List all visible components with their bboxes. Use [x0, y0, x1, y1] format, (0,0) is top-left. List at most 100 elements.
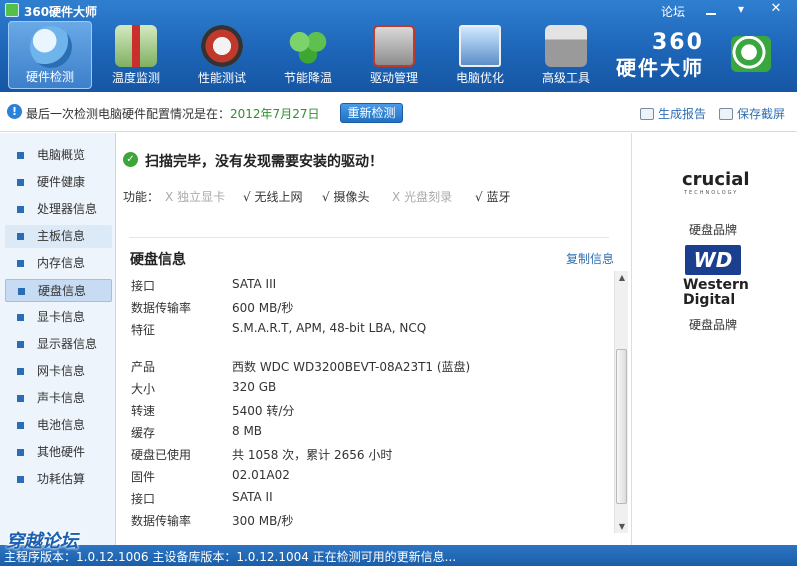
scroll-up-icon[interactable]: ▲	[615, 271, 629, 284]
function-label: 功能：	[123, 190, 160, 204]
sidebar-item-sound[interactable]: 声卡信息	[5, 387, 112, 410]
bullet-icon	[18, 288, 25, 295]
sidebar-item-battery[interactable]: 电池信息	[5, 414, 112, 437]
sidebar-item-label: 功耗估算	[37, 472, 86, 486]
bullet-icon	[17, 368, 24, 375]
nav-label: 硬件检测	[25, 70, 74, 84]
sidebar-item-network[interactable]: 网卡信息	[5, 360, 112, 383]
generate-report-button[interactable]: 生成报告	[640, 105, 706, 122]
close-button[interactable]: ✕	[758, 0, 794, 18]
info-key: 固件	[131, 470, 156, 484]
app-title: 360硬件大师	[24, 5, 98, 19]
info-value: 600 MB/秒	[232, 301, 294, 315]
cross-icon: X	[392, 190, 401, 204]
sidebar-item-health[interactable]: 硬件健康	[5, 171, 112, 194]
nav-temperature[interactable]: 温度监测	[94, 21, 178, 89]
last-check-text: 最后一次检测电脑硬件配置情况是在：2012年7月27日	[26, 105, 319, 122]
recheck-button[interactable]: 重新检测	[340, 103, 403, 123]
sidebar-item-other[interactable]: 其他硬件	[5, 441, 112, 464]
sidebar-item-label: 显卡信息	[37, 310, 86, 324]
bullet-icon	[17, 233, 24, 240]
nav-label: 温度监测	[111, 71, 160, 85]
info-value: 8 MB	[232, 424, 263, 438]
info-value: 西数 WDC WD3200BEVT-08A23T1 (蓝盘)	[232, 360, 471, 374]
function-item-label: 光盘刻录	[404, 190, 453, 204]
bullet-icon	[17, 422, 24, 429]
crucial-logo: crucial	[682, 169, 750, 190]
sidebar-item-label: 处理器信息	[37, 202, 98, 216]
info-key: 大小	[131, 382, 156, 396]
function-item-label: 蓝牙	[486, 190, 511, 204]
nav-performance[interactable]: 性能测试	[180, 21, 264, 89]
nav-hardware-detect[interactable]: 硬件检测	[8, 21, 92, 89]
printer-icon	[640, 108, 654, 120]
section-title: 硬盘信息	[130, 252, 186, 268]
minimize-icon	[706, 12, 716, 15]
sidebar-item-overview[interactable]: 电脑概览	[5, 144, 112, 167]
nav-driver-manager[interactable]: 驱动管理	[352, 21, 436, 89]
thermometer-icon	[115, 25, 157, 67]
sidebar-item-label: 电池信息	[37, 418, 86, 432]
info-value: S.M.A.R.T, APM, 48-bit LBA, NCQ	[232, 321, 427, 335]
top-toolbar: 360硬件大师 论坛 ▾ ✕ 硬件检测 温度监测 性能测试 节能降温 驱动管理 …	[0, 0, 797, 92]
generate-report-label: 生成报告	[658, 107, 707, 121]
bullet-icon	[17, 476, 24, 483]
info-key: 接口	[131, 279, 156, 293]
sidebar-item-memory[interactable]: 内存信息	[5, 252, 112, 275]
info-value: 02.01A02	[232, 468, 290, 482]
nav-power-saving[interactable]: 节能降温	[266, 21, 350, 89]
scrollbar[interactable]: ▲ ▼	[614, 271, 628, 533]
nav-label: 高级工具	[541, 71, 590, 85]
sidebar-item-disk[interactable]: 硬盘信息	[5, 279, 112, 302]
sidebar-item-motherboard[interactable]: 主板信息	[5, 225, 112, 248]
nav-optimize[interactable]: 电脑优化	[438, 21, 522, 89]
info-key: 特征	[131, 323, 156, 337]
function-item-label: 摄像头	[333, 190, 370, 204]
function-item: X 独立显卡	[165, 188, 225, 205]
save-screenshot-button[interactable]: 保存截屏	[719, 105, 785, 122]
bullet-icon	[17, 206, 24, 213]
menu-button[interactable]: ▾	[727, 0, 755, 18]
sidebar-item-gpu[interactable]: 显卡信息	[5, 306, 112, 329]
title-bar: 360硬件大师 论坛 ▾ ✕	[0, 0, 797, 20]
bullet-icon	[17, 314, 24, 321]
sidebar-item-power[interactable]: 功耗估算	[5, 468, 112, 491]
info-value: SATA II	[232, 490, 273, 504]
nav-label: 性能测试	[197, 71, 246, 85]
function-item: √ 摄像头	[322, 188, 370, 205]
info-value: 5400 转/分	[232, 404, 295, 418]
info-key: 数据传输率	[131, 514, 192, 528]
brand-name: 硬件大师	[616, 56, 704, 80]
forum-link[interactable]: 论坛	[661, 3, 685, 20]
sidebar: 电脑概览 硬件健康 处理器信息 主板信息 内存信息 硬盘信息 显卡信息 显示器信…	[0, 133, 116, 545]
nav-advanced-tools[interactable]: 高级工具	[524, 21, 608, 89]
sidebar-item-display[interactable]: 显示器信息	[5, 333, 112, 356]
scan-result-message: 扫描完毕，没有发现需要安装的驱动！	[145, 154, 383, 170]
function-item: √ 蓝牙	[475, 188, 511, 205]
sidebar-item-label: 内存信息	[37, 256, 86, 270]
brand-monitor-icon	[731, 36, 771, 72]
sidebar-item-label: 声卡信息	[37, 391, 86, 405]
function-item-label: 无线上网	[254, 190, 303, 204]
scroll-thumb[interactable]	[616, 349, 627, 504]
wd-logo: WD	[685, 245, 741, 275]
minimize-button[interactable]	[697, 0, 725, 18]
sidebar-item-label: 网卡信息	[37, 364, 86, 378]
nav-label: 节能降温	[283, 71, 332, 85]
sidebar-item-label: 电脑概览	[37, 148, 86, 162]
copy-info-link[interactable]: 复制信息	[566, 250, 614, 267]
sidebar-item-label: 显示器信息	[37, 337, 98, 351]
info-key: 数据传输率	[131, 301, 192, 315]
scroll-down-icon[interactable]: ▼	[615, 520, 629, 533]
info-key: 产品	[131, 360, 156, 374]
monitor-magnifier-icon	[30, 26, 72, 68]
function-item: X 光盘刻录	[392, 188, 452, 205]
main-nav: 硬件检测 温度监测 性能测试 节能降温 驱动管理 电脑优化 高级工具	[8, 21, 610, 89]
info-icon: !	[7, 104, 22, 119]
info-value: 320 GB	[232, 380, 277, 394]
sidebar-item-cpu[interactable]: 处理器信息	[5, 198, 112, 221]
bullet-icon	[17, 260, 24, 267]
brand-panel: crucial TECHNOLOGY 硬盘品牌 WD Western Digit…	[631, 133, 797, 545]
optimize-monitor-icon	[459, 25, 501, 67]
last-check-date: 2012年7月27日	[230, 107, 320, 121]
